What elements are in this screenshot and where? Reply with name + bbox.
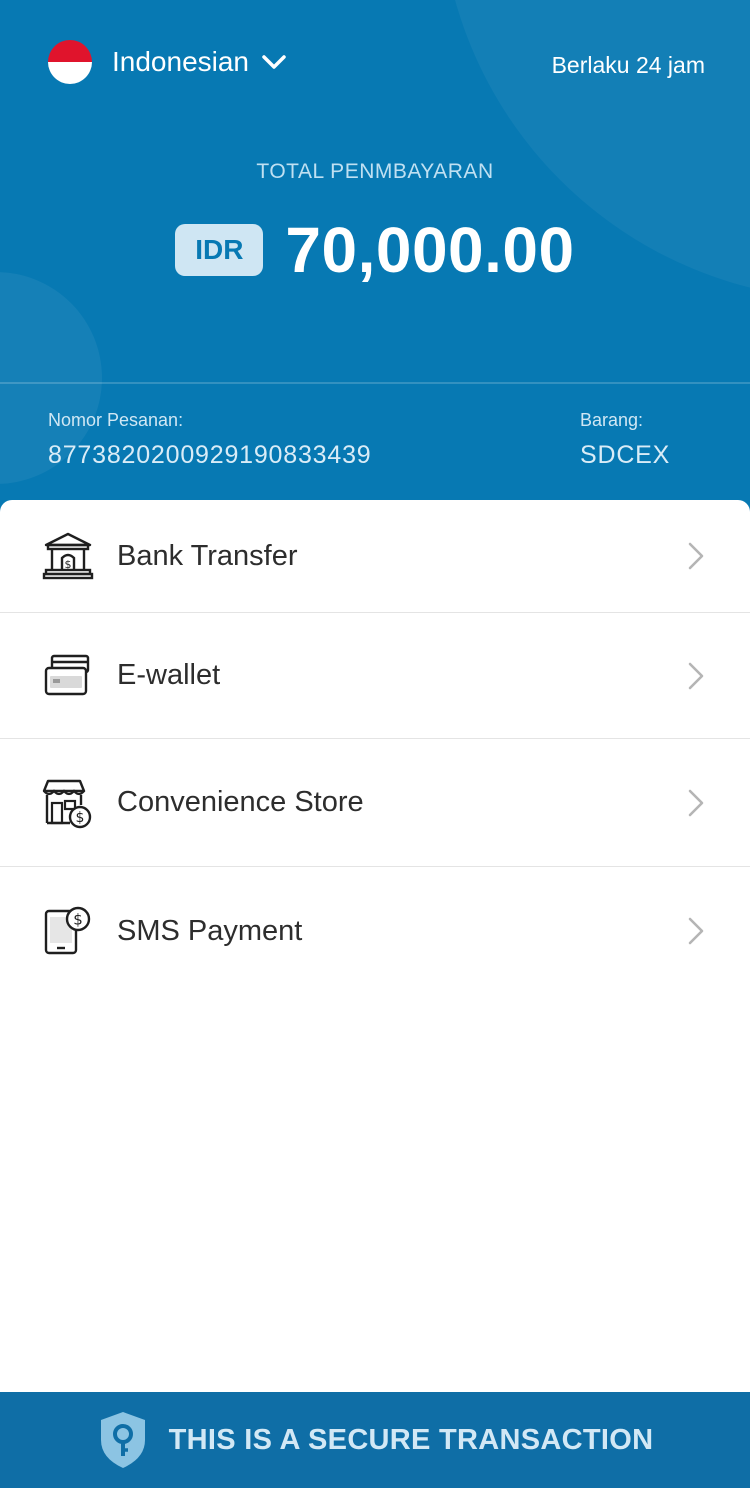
method-label: E-wallet <box>117 659 221 691</box>
chevron-down-icon <box>262 55 286 69</box>
method-ewallet[interactable]: E-wallet <box>0 613 750 739</box>
order-number-label: Nomor Pesanan: <box>48 410 184 430</box>
svg-text:$: $ <box>76 810 85 826</box>
total-amount: 70,000.00 <box>285 214 575 286</box>
store-icon: $ <box>42 777 94 829</box>
payment-methods-card: $ Bank Transfer E-wallet $ Convenience S… <box>0 500 750 1392</box>
method-sms-payment[interactable]: $ SMS Payment <box>0 867 750 995</box>
header-divider <box>0 382 750 384</box>
language-selector[interactable]: Indonesian <box>48 40 287 84</box>
indonesia-flag-icon <box>48 40 92 84</box>
shield-key-icon <box>97 1410 149 1470</box>
payment-header: Indonesian Berlaku 24 jam TOTAL PENMBAYA… <box>0 0 750 540</box>
total-payment-label: TOTAL PENMBAYARAN <box>256 160 494 183</box>
language-label: Indonesian <box>112 46 250 77</box>
svg-text:$: $ <box>73 911 83 929</box>
method-label: SMS Payment <box>117 914 303 947</box>
bank-icon: $ <box>42 530 94 582</box>
item-value: SDCEX <box>580 441 671 469</box>
method-bank-transfer[interactable]: $ Bank Transfer <box>0 500 750 613</box>
order-info: Nomor Pesanan: 877382020092919083343​9 <box>48 410 371 470</box>
secure-transaction-text: THIS IS A SECURE TRANSACTION <box>168 1423 654 1456</box>
amount-row: IDR 70,000.00 <box>0 210 750 290</box>
chevron-right-icon <box>686 916 706 946</box>
chevron-right-icon <box>686 788 706 818</box>
currency-badge: IDR <box>175 224 264 276</box>
method-convenience-store[interactable]: $ Convenience Store <box>0 739 750 867</box>
chevron-right-icon <box>686 661 706 691</box>
method-label: Bank Transfer <box>117 539 298 572</box>
validity-text: Berlaku 24 jam <box>551 52 705 78</box>
order-number-value: 877382020092919083343​9 <box>48 441 372 469</box>
secure-transaction-banner: THIS IS A SECURE TRANSACTION <box>0 1392 750 1488</box>
item-label: Barang: <box>580 410 644 430</box>
item-info: Barang: SDCEX <box>580 410 670 470</box>
wallet-icon <box>42 650 94 702</box>
method-label: Convenience Store <box>117 786 364 818</box>
chevron-right-icon <box>686 541 706 571</box>
phone-payment-icon: $ <box>42 905 94 957</box>
